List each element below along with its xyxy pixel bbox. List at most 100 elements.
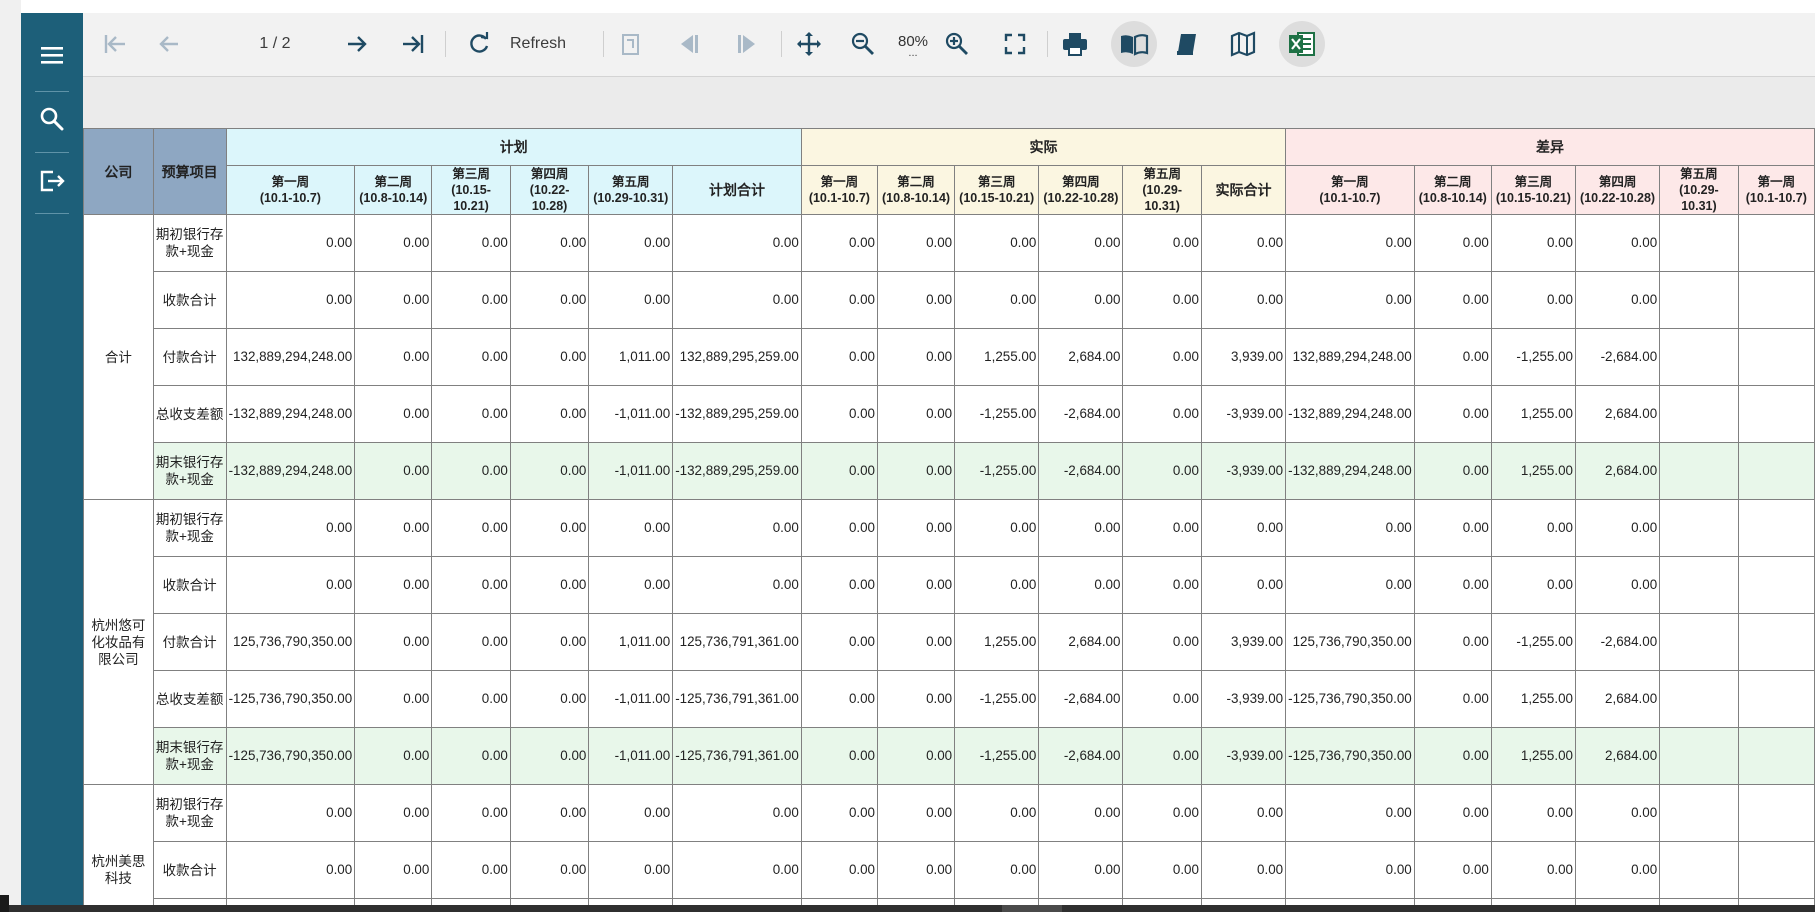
value-cell: -2,684.00 — [1038, 385, 1124, 443]
value-cell: 0.00 — [1574, 841, 1661, 899]
value-cell: -2,684.00 — [1038, 442, 1124, 500]
next-page-button[interactable] — [339, 21, 375, 67]
value-cell: 0.00 — [954, 271, 1040, 329]
value-cell: 0.00 — [509, 841, 590, 899]
value-cell: -125,736,790,350.00 — [1285, 727, 1415, 785]
refresh-button[interactable]: Refresh — [453, 21, 579, 67]
value-cell: 0.00 — [1122, 556, 1202, 614]
value-cell: 0.00 — [354, 271, 433, 329]
week-range: (10.29-10.31) — [1679, 183, 1719, 213]
pan-button[interactable] — [789, 21, 829, 67]
budget-item-cell: 付款合计 — [152, 613, 227, 671]
value-cell: 0.00 — [354, 214, 433, 272]
zoom-in-button[interactable] — [939, 21, 975, 67]
excel-icon — [1287, 30, 1317, 58]
value-cell: 0.00 — [954, 214, 1040, 272]
value-cell: 0.00 — [1285, 214, 1415, 272]
value-cell: 0.00 — [1413, 385, 1492, 443]
value-cell: 0.00 — [1122, 442, 1202, 500]
week-range: (10.1-10.7) — [1319, 191, 1381, 205]
value-cell: -125,736,790,350.00 — [225, 670, 356, 728]
refresh-label: Refresh — [509, 35, 567, 52]
value-cell: -125,736,791,361.00 — [672, 670, 802, 728]
value-cell: 0.00 — [800, 784, 879, 842]
value-cell — [1659, 727, 1739, 785]
value-cell — [1659, 271, 1739, 329]
value-cell: 0.00 — [354, 442, 433, 500]
parent-report-button[interactable] — [611, 21, 651, 67]
value-cell: 0.00 — [1200, 556, 1287, 614]
zoom-in-icon — [944, 31, 970, 57]
table-row: 付款合计 125,736,790,350.00 0.00 0.00 0.00 1,011.… — [84, 613, 1815, 671]
export-icon — [38, 168, 66, 199]
zoom-level[interactable]: 80% ... — [896, 33, 930, 59]
value-cell: -132,889,294,248.00 — [225, 442, 356, 500]
value-cell: 0.00 — [431, 670, 511, 728]
print-layout-button[interactable] — [1111, 21, 1157, 67]
export-button[interactable] — [21, 153, 83, 213]
value-cell: 0.00 — [954, 499, 1040, 557]
page-indicator[interactable]: 1 / 2 — [233, 21, 317, 67]
value-cell: 0.00 — [225, 556, 356, 614]
value-cell: 0.00 — [1122, 841, 1202, 899]
fullscreen-button[interactable] — [997, 21, 1033, 67]
toolbar-divider — [603, 31, 604, 57]
value-cell: 0.00 — [354, 328, 433, 386]
value-cell: -132,889,295,259.00 — [672, 442, 802, 500]
week-range: (10.15-10.21) — [1495, 191, 1571, 205]
value-cell: 0.00 — [354, 613, 433, 671]
document-map-button[interactable] — [1223, 21, 1263, 67]
value-cell: 2,684.00 — [1038, 328, 1124, 386]
print-button[interactable] — [1055, 21, 1095, 67]
value-cell: -1,011.00 — [588, 670, 674, 728]
value-cell: 0.00 — [954, 841, 1040, 899]
value-cell: 0.00 — [588, 841, 674, 899]
value-cell — [1737, 271, 1815, 329]
value-cell: -1,255.00 — [954, 385, 1040, 443]
value-cell: 0.00 — [1413, 442, 1492, 500]
value-cell: 0.00 — [1122, 613, 1202, 671]
value-cell: -1,011.00 — [588, 385, 674, 443]
scrollbar-thumb[interactable] — [1002, 905, 1062, 912]
value-cell — [1737, 328, 1815, 386]
value-cell: 0.00 — [431, 214, 511, 272]
value-cell: 0.00 — [1574, 784, 1661, 842]
budget-item-cell: 期初银行存款+现金 — [152, 499, 227, 557]
page-setup-button[interactable] — [1167, 21, 1207, 67]
value-cell: -1,255.00 — [1490, 613, 1577, 671]
last-page-button[interactable] — [395, 21, 431, 67]
value-cell — [1659, 670, 1739, 728]
export-excel-button[interactable] — [1279, 21, 1325, 67]
step-backward-icon — [675, 32, 703, 56]
value-cell: -3,939.00 — [1200, 670, 1287, 728]
week-header-actual: 第一周 (10.1-10.7) — [800, 165, 879, 215]
value-cell: 0.00 — [1122, 670, 1202, 728]
budget-item-cell: 收款合计 — [152, 556, 227, 614]
value-cell: -2,684.00 — [1038, 727, 1124, 785]
zoom-out-button[interactable] — [845, 21, 881, 67]
table-row: 期末银行存款+现金 -132,889,294,248.00 0.00 0.00 0.00… — [84, 442, 1815, 500]
previous-page-button[interactable] — [151, 21, 187, 67]
week-header-actual: 第二周 (10.8-10.14) — [876, 165, 956, 215]
fullscreen-icon — [1003, 32, 1027, 56]
first-page-button[interactable] — [97, 21, 133, 67]
value-cell: 0.00 — [225, 841, 356, 899]
week-name: 第五周 — [1143, 167, 1181, 181]
value-cell: 0.00 — [800, 214, 879, 272]
toolbar-divider — [781, 31, 782, 57]
value-cell — [1659, 841, 1739, 899]
horizontal-scrollbar[interactable] — [0, 905, 1815, 912]
value-cell — [1737, 670, 1815, 728]
move-icon — [795, 30, 823, 58]
menu-button[interactable] — [21, 27, 83, 87]
step-backward-button[interactable] — [669, 21, 709, 67]
value-cell: 0.00 — [1200, 214, 1287, 272]
step-forward-button[interactable] — [727, 21, 767, 67]
week-header-actual: 第五周 (10.29-10.31) — [1122, 165, 1202, 215]
value-cell: 132,889,294,248.00 — [1285, 328, 1415, 386]
search-button[interactable] — [21, 91, 83, 151]
value-cell: 132,889,295,259.00 — [672, 328, 802, 386]
value-cell: 0.00 — [354, 670, 433, 728]
value-cell: 0.00 — [800, 727, 879, 785]
value-cell: 2,684.00 — [1574, 442, 1661, 500]
